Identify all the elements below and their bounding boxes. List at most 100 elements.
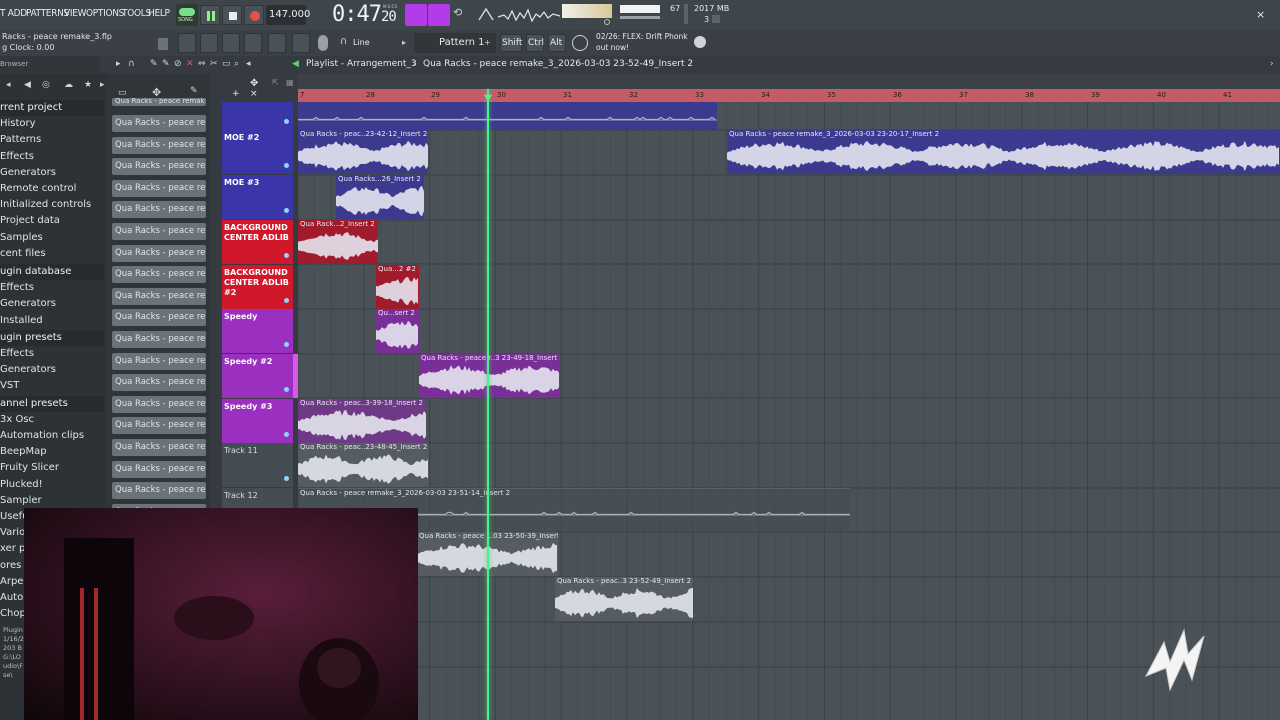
magnet-icon[interactable]: ∩	[340, 36, 347, 47]
browser-search-icon[interactable]: ◎	[42, 80, 50, 90]
audio-clip[interactable]	[298, 102, 717, 130]
track-mute-led[interactable]	[284, 476, 289, 481]
track-mute-led[interactable]	[284, 119, 289, 124]
slice-tool-icon[interactable]: ✂	[210, 59, 218, 69]
snap-selector[interactable]: Line	[353, 38, 370, 47]
channel-button[interactable]: Qua Racks - peace remak	[112, 179, 206, 197]
audio-clip[interactable]: Qua Racks - peac..3 23-52-49_Insert 2	[555, 577, 693, 621]
track-header[interactable]: BACKGROUND CENTER ADLIB #2	[222, 265, 293, 309]
metronome-icon[interactable]	[477, 6, 495, 24]
plugin-picker-button[interactable]	[292, 33, 310, 53]
audio-clip[interactable]: Qua Rack...2_Insert 2	[298, 220, 378, 264]
browser-more-icon[interactable]: ▸	[100, 80, 105, 90]
step-edit-icon[interactable]	[428, 4, 450, 26]
pattern-song-icon[interactable]	[405, 4, 427, 26]
channel-button[interactable]: Qua Racks - peace remak	[112, 482, 206, 500]
audio-clip[interactable]: Qua Racks - peac..23-48-45_Insert 2	[298, 443, 429, 487]
song-mode-toggle[interactable]: SONG	[176, 4, 198, 26]
draw-tool-icon[interactable]: ✎	[150, 59, 158, 69]
track-header[interactable]: MOE #3	[222, 175, 293, 219]
channel-button[interactable]: Qua Racks - peace remak	[112, 158, 206, 176]
zoom-tool-icon[interactable]: ⌕	[234, 59, 239, 69]
timeline-ruler[interactable]: 7 28 29 30 31 32 33 34 35 36 37 38 39 40 41	[298, 89, 1280, 102]
track-header[interactable]: Speedy #2	[222, 354, 293, 398]
track-header[interactable]: Track 11	[222, 443, 293, 487]
channel-button[interactable]: Qua Racks - peace remak	[112, 395, 206, 413]
playlist-arrow-icon[interactable]: ◀	[292, 59, 299, 69]
update-globe-icon[interactable]	[694, 36, 706, 48]
track-header[interactable]: Speedy	[222, 309, 293, 353]
browser-button[interactable]	[268, 33, 286, 53]
browser-item[interactable]: Effects	[0, 346, 34, 362]
track-mute-led[interactable]	[284, 387, 289, 392]
browser-item[interactable]: Plucked!	[0, 477, 43, 493]
channel-button[interactable]: Qua Racks - peace remak	[112, 287, 206, 305]
channel-button[interactable]: Qua Racks - peace remak	[112, 417, 206, 435]
audio-clip[interactable]: Qua Racks - peac..23-42-12_Insert 2	[298, 130, 428, 174]
track-mute-led[interactable]	[284, 253, 289, 258]
slip-tool-icon[interactable]: ⇔	[198, 59, 206, 69]
browser-item[interactable]: Sampler	[0, 493, 42, 509]
browser-item[interactable]: rrent project	[0, 100, 104, 116]
add-track-icon[interactable]: +	[232, 89, 240, 99]
browser-star-icon[interactable]: ★	[84, 80, 92, 90]
snap-magnet-icon[interactable]: ∩	[128, 59, 135, 69]
pattern-prev-icon[interactable]: ▸	[402, 38, 406, 47]
channel-button[interactable]: Qua Racks - peace remak	[112, 115, 206, 132]
channel-rack-button[interactable]	[222, 33, 240, 53]
track-header[interactable]	[222, 102, 293, 130]
record-button[interactable]	[244, 5, 264, 25]
menu-help[interactable]: HELP	[148, 8, 170, 19]
browser-item[interactable]: Initialized controls	[0, 197, 91, 213]
browser-item[interactable]: Fruity Slicer	[0, 460, 59, 476]
channel-button[interactable]: Qua Racks - peace remak	[112, 98, 206, 106]
browser-item[interactable]: VST	[0, 378, 19, 394]
news-headline[interactable]: 02/26: FLEX: Drift Phonk	[596, 32, 688, 41]
arrangement-name[interactable]: Playlist - Arrangement_3	[306, 59, 417, 69]
scroll-right-icon[interactable]: ›	[1270, 59, 1274, 69]
shift-key-button[interactable]: Shift	[500, 34, 522, 52]
stop-button[interactable]	[222, 5, 242, 25]
channel-button[interactable]: Qua Racks - peace remak	[112, 223, 206, 240]
audio-clip[interactable]: Qu...sert 2	[376, 309, 419, 353]
browser-item[interactable]: Remote control	[0, 181, 76, 197]
menu-tools[interactable]: TOOLS	[122, 8, 151, 19]
menu-add[interactable]: T ADD	[0, 8, 27, 19]
track-mute-led[interactable]	[284, 163, 289, 168]
channel-button[interactable]: Qua Racks - peace remak	[112, 439, 206, 456]
browser-item[interactable]: Generators	[0, 165, 56, 181]
playback-tool-icon[interactable]: ◂	[246, 59, 251, 69]
menu-patterns[interactable]: PATTERNS	[26, 8, 69, 19]
arrangement-arrows-icon[interactable]: ✥	[250, 78, 258, 89]
channel-button[interactable]: Qua Racks - peace remak	[112, 244, 206, 262]
browser-item[interactable]: Project data	[0, 213, 60, 229]
ctrl-key-button[interactable]: Ctrl	[526, 34, 544, 52]
master-volume-slider[interactable]	[620, 5, 660, 13]
channel-button[interactable]: Qua Racks - peace remak	[112, 374, 206, 392]
audio-clip[interactable]: Qua Racks - peace remake_3_2026-03-03 23…	[727, 130, 1280, 174]
browser-item[interactable]: ugin database	[0, 264, 104, 280]
track-header[interactable]: MOE #2	[222, 130, 293, 174]
track-mute-led[interactable]	[284, 342, 289, 347]
browser-item[interactable]: Generators	[0, 362, 56, 378]
browser-item[interactable]: Effects	[0, 149, 34, 165]
browser-item[interactable]: ugin presets	[0, 329, 104, 346]
audio-clip[interactable]: Qua Racks - peac..3-39-18_Insert 2	[298, 399, 426, 443]
browser-item[interactable]: History	[0, 116, 36, 132]
audio-clip[interactable]: Qua Racks...26_Insert 2	[336, 175, 424, 219]
browser-item[interactable]: Patterns	[0, 132, 41, 148]
channel-button[interactable]: Qua Racks - peace remak	[112, 331, 206, 348]
window-close-icon[interactable]: ×	[1256, 8, 1268, 21]
play-button[interactable]	[200, 5, 220, 25]
track-mute-led[interactable]	[284, 298, 289, 303]
channel-bar-icon[interactable]: ▭	[118, 88, 127, 98]
news-icon[interactable]	[572, 35, 588, 51]
menu-view[interactable]: VIEW	[64, 8, 86, 19]
channel-button[interactable]: Qua Racks - peace remak	[112, 136, 206, 154]
playlist-grid[interactable]	[298, 102, 1280, 720]
loop-record-icon[interactable]: ⟲	[453, 6, 471, 24]
browser-item[interactable]: 3x Osc	[0, 412, 34, 428]
track-header[interactable]: Speedy #3	[222, 399, 293, 443]
piano-roll-button[interactable]	[200, 33, 218, 53]
delete-tool-icon[interactable]: ⊘	[174, 59, 182, 69]
